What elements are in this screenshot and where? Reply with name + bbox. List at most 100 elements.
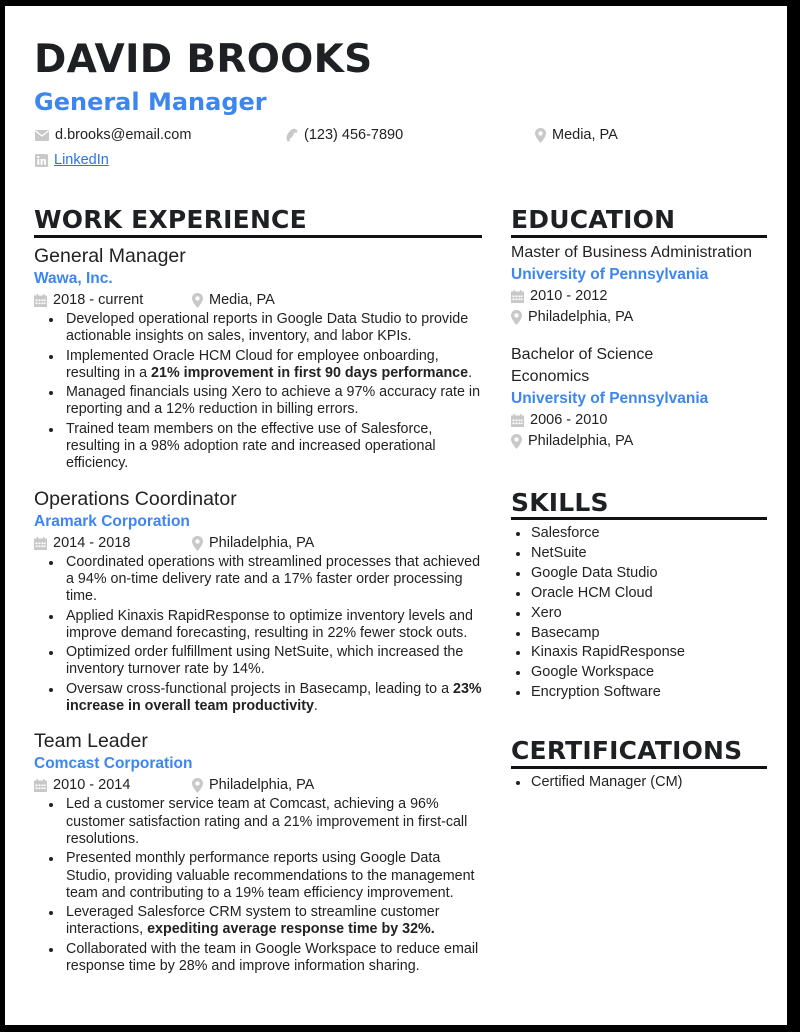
skill-item: Encryption Software bbox=[516, 683, 767, 703]
education-location-row: Philadelphia, PA bbox=[511, 431, 767, 452]
email-text: d.brooks@email.com bbox=[55, 127, 192, 143]
map-pin-icon bbox=[535, 128, 546, 143]
job-bullets: Coordinated operations with streamlined … bbox=[34, 554, 484, 716]
job-meta: 2014 - 2018 Philadelphia, PA bbox=[34, 533, 484, 554]
skill-item: Basecamp bbox=[516, 624, 767, 644]
job-bullet: Led a customer service team at Comcast, … bbox=[49, 796, 484, 848]
job-entry: Team Leader Comcast Corporation 2010 - 20… bbox=[34, 729, 484, 975]
skills-rule bbox=[511, 517, 767, 520]
education-dates: 2010 - 2012 bbox=[530, 288, 608, 304]
skill-item: Google Data Studio bbox=[516, 564, 767, 584]
company-name: Wawa, Inc. bbox=[34, 270, 113, 287]
skill-item: Oracle HCM Cloud bbox=[516, 584, 767, 604]
job-title: Team Leader bbox=[34, 730, 148, 753]
bullet-text: Applied Kinaxis RapidResponse to optimiz… bbox=[66, 607, 473, 641]
skill-item: Google Workspace bbox=[516, 663, 767, 683]
education-entry: Bachelor of Science Economics University o… bbox=[511, 344, 767, 452]
calendar-icon bbox=[34, 779, 47, 793]
company-name: Aramark Corporation bbox=[34, 512, 190, 530]
contact-email: d.brooks@email.com bbox=[35, 128, 191, 143]
certifications-rule bbox=[511, 766, 767, 769]
job-bullet: Managed financials using Xero to achieve… bbox=[49, 384, 484, 419]
education-heading: EDUCATION bbox=[511, 205, 676, 234]
degree: Bachelor of Science bbox=[511, 346, 654, 363]
bullet-text: Oversaw cross-functional projects in Bas… bbox=[66, 680, 453, 697]
skills-heading: SKILLS bbox=[511, 488, 609, 517]
envelope-icon bbox=[35, 129, 49, 141]
job-meta: 2010 - 2014 Philadelphia, PA bbox=[34, 775, 484, 796]
certifications-section: Certified Manager (CM) bbox=[511, 773, 767, 793]
skills-section: Salesforce NetSuite Google Data Studio Orac… bbox=[511, 524, 767, 703]
job-bullet: Collaborated with the team in Google Wor… bbox=[49, 940, 484, 976]
company-name: Comcast Corporation bbox=[34, 755, 193, 773]
linkedin-icon bbox=[35, 153, 48, 167]
education-rule bbox=[511, 235, 767, 238]
skill-item: Kinaxis RapidResponse bbox=[516, 643, 767, 663]
bullet-text: Led a customer service team at Comcast, … bbox=[66, 796, 468, 847]
bullet-suffix: . bbox=[468, 364, 473, 381]
map-pin-icon bbox=[192, 293, 203, 308]
bullet-text: Optimized order fulfillment using NetSui… bbox=[66, 644, 464, 678]
job-bullets: Developed operational reports in Google … bbox=[34, 311, 484, 473]
job-location: Philadelphia, PA bbox=[209, 777, 315, 794]
job-dates: 2018 - current bbox=[53, 292, 144, 308]
bullet-suffix: . bbox=[313, 698, 318, 715]
job-bullet: Trained team members on the effective us… bbox=[49, 420, 484, 473]
map-pin-icon bbox=[511, 434, 522, 449]
job-meta: 2018 - current Media, PA bbox=[34, 290, 484, 311]
job-bullet: Optimized order fulfillment using NetSui… bbox=[49, 644, 484, 679]
skills-list: Salesforce NetSuite Google Data Studio Orac… bbox=[511, 524, 767, 703]
contact-phone: (123) 456-7890 bbox=[285, 128, 403, 143]
calendar-icon bbox=[511, 290, 524, 303]
education-location: Philadelphia, PA bbox=[528, 309, 634, 325]
candidate-name: DAVID BROOKS bbox=[34, 37, 373, 82]
calendar-icon bbox=[34, 536, 47, 550]
job-bullet: Presented monthly performance reports us… bbox=[49, 850, 484, 902]
bullet-text: Managed financials using Xero to achieve… bbox=[66, 384, 481, 418]
job-bullet: Implemented Oracle HCM Cloud for employe… bbox=[49, 348, 484, 383]
certification-item: Certified Manager (CM) bbox=[516, 773, 767, 793]
bullet-text: Presented monthly performance reports us… bbox=[66, 850, 475, 901]
map-pin-icon bbox=[192, 778, 203, 794]
phone-icon bbox=[285, 128, 298, 142]
bullet-highlight: 21% improvement in first 90 days perform… bbox=[151, 364, 469, 381]
map-pin-icon bbox=[192, 535, 203, 551]
job-bullet: Coordinated operations with streamlined … bbox=[49, 553, 484, 606]
certifications-heading: CERTIFICATIONS bbox=[511, 736, 743, 765]
work-experience-section: General Manager Wawa, Inc. 2018 - current… bbox=[34, 244, 484, 989]
map-pin-icon bbox=[511, 310, 522, 325]
job-location: Philadelphia, PA bbox=[209, 534, 315, 551]
field-of-study: Economics bbox=[511, 368, 590, 385]
job-bullet: Leveraged Salesforce CRM system to strea… bbox=[49, 904, 484, 939]
contact-location: Media, PA bbox=[535, 128, 618, 143]
education-dates-row: 2010 - 2012 bbox=[511, 286, 767, 307]
calendar-icon bbox=[511, 414, 524, 427]
job-bullet: Oversaw cross-functional projects in Bas… bbox=[49, 680, 484, 716]
calendar-icon bbox=[34, 294, 47, 307]
skill-item: NetSuite bbox=[516, 544, 767, 564]
education-dates-row: 2006 - 2010 bbox=[511, 410, 767, 431]
education-location: Philadelphia, PA bbox=[528, 433, 634, 449]
job-dates: 2010 - 2014 bbox=[53, 777, 131, 794]
education-section: Master of Business Administration Univers… bbox=[511, 242, 767, 468]
linkedin-link[interactable]: LinkedIn bbox=[54, 153, 109, 168]
school-name: University of Pennsylvania bbox=[511, 390, 709, 407]
phone-text: (123) 456-7890 bbox=[304, 127, 404, 143]
job-entry: General Manager Wawa, Inc. 2018 - current… bbox=[34, 244, 484, 473]
job-title: Operations Coordinator bbox=[34, 487, 237, 510]
education-entry: Master of Business Administration Univers… bbox=[511, 242, 767, 328]
degree: Master of Business Administration bbox=[511, 244, 752, 261]
bullet-highlight: expediting average response time by 32%. bbox=[147, 921, 435, 938]
bullet-text: Collaborated with the team in Google Wor… bbox=[66, 940, 479, 975]
bullet-text: Trained team members on the effective us… bbox=[66, 420, 436, 472]
skill-item: Xero bbox=[516, 604, 767, 624]
bullet-text: Developed operational reports in Google … bbox=[66, 311, 469, 345]
work-experience-rule bbox=[34, 235, 482, 238]
contact-linkedin: LinkedIn bbox=[35, 153, 109, 168]
school-name: University of Pennsylvania bbox=[511, 266, 709, 283]
education-location-row: Philadelphia, PA bbox=[511, 307, 767, 328]
resume-page: DAVID BROOKS General Manager d.brooks@em… bbox=[5, 6, 787, 1025]
bullet-text: Coordinated operations with streamlined … bbox=[66, 553, 481, 605]
job-bullets: Led a customer service team at Comcast, … bbox=[34, 796, 484, 975]
job-title: General Manager bbox=[34, 245, 186, 267]
